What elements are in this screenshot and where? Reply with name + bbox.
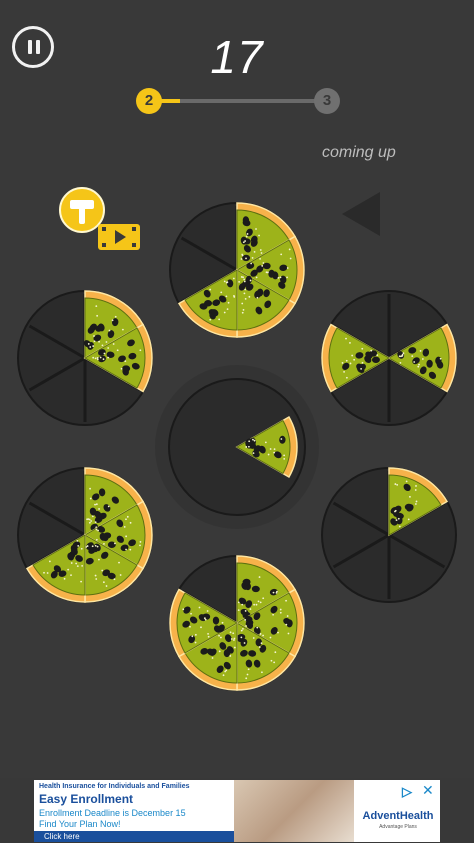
ad-subline: Find Your Plan Now! bbox=[39, 819, 121, 829]
pizza-plate-upper-right[interactable] bbox=[320, 289, 458, 427]
ad-close-icon[interactable]: ✕ bbox=[422, 782, 434, 799]
pizza-plate-top[interactable] bbox=[168, 201, 306, 339]
coming-up-label: coming up bbox=[322, 144, 396, 161]
ad-cta-button[interactable]: Click here bbox=[34, 831, 234, 842]
ad-photo bbox=[234, 780, 354, 842]
video-ad-icon bbox=[98, 224, 140, 250]
ad-tagline: Health Insurance for Individuals and Fam… bbox=[39, 783, 190, 790]
ad-banner[interactable]: Health Insurance for Individuals and Fam… bbox=[34, 780, 440, 842]
ad-choices-icon[interactable]: ▷ bbox=[402, 784, 412, 800]
next-level-badge: 3 bbox=[314, 88, 340, 114]
score-counter: 17 bbox=[210, 31, 264, 83]
ad-brand-logo: AdventHealth bbox=[362, 810, 434, 822]
pizza-plate-upper-left[interactable] bbox=[16, 289, 154, 427]
ad-text-panel: Health Insurance for Individuals and Fam… bbox=[34, 780, 234, 842]
pizza-plate-center[interactable] bbox=[154, 364, 320, 530]
level-progress-bar: 2 3 bbox=[136, 88, 340, 114]
pizza-plate-lower-left[interactable] bbox=[16, 466, 154, 604]
coming-up-slice-preview bbox=[342, 192, 380, 236]
ad-headline: Easy Enrollment bbox=[39, 792, 134, 806]
game-board: 17 2 3 coming up bbox=[0, 0, 474, 778]
ad-deadline: Enrollment Deadline is December 15 bbox=[39, 808, 186, 818]
ad-brand-subtitle: Advantage Plans bbox=[379, 824, 417, 830]
pizza-plate-lower-right[interactable] bbox=[320, 466, 458, 604]
current-level-badge: 2 bbox=[136, 88, 162, 114]
pizza-plate-bottom[interactable] bbox=[168, 554, 306, 692]
slice-preview-icon bbox=[342, 192, 380, 236]
hammer-booster-button[interactable] bbox=[58, 186, 144, 252]
